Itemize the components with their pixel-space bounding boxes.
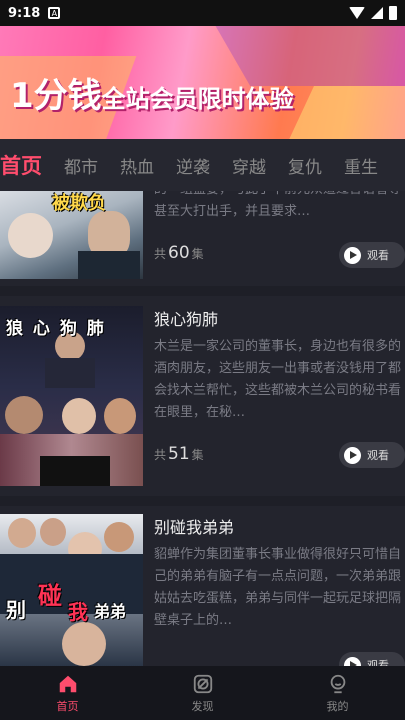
thumb-figure [104,522,134,552]
banner-decoration [286,86,405,139]
nav-profile[interactable]: 我的 [270,666,405,720]
episode-count: 共 51 集 [154,444,204,464]
banner-title: 1分钱全站会员限时体验 [10,68,294,117]
episode-count: 共 60 集 [154,243,204,263]
play-icon [344,446,361,464]
bottom-navigation: 首页 发现 我的 [0,666,405,720]
nav-home[interactable]: 首页 [0,666,135,720]
nav-profile-label: 我的 [326,699,349,713]
status-time: 9:18 [8,5,41,21]
thumb-figure [8,518,36,548]
thumb-figure [5,396,43,434]
watch-button[interactable]: 观看 [339,442,405,468]
watch-button[interactable]: 观看 [339,652,405,666]
discover-icon [193,674,212,693]
drama-thumbnail[interactable]: 狼 心 狗 肺 [0,306,143,486]
watch-button[interactable]: 观看 [339,242,405,268]
tab-hot-blood[interactable]: 热血 [120,153,154,178]
thumb-title-text: 弟弟 [94,602,127,621]
tab-revenge[interactable]: 复仇 [288,153,322,178]
status-bar: 9:18 A [0,0,405,26]
thumb-figure [62,622,106,666]
drama-description: 貂蝉作为集团董事长事业做得很好只可惜自己的弟弟有脑子有一点点问题，一次弟弟跟姑姑… [154,547,402,628]
play-icon [344,656,361,666]
battery-icon [389,6,397,20]
thumb-title-text: 被欺负 [52,193,106,214]
tab-rebirth[interactable]: 重生 [344,153,378,178]
tab-time-travel[interactable]: 穿越 [232,153,266,178]
thumb-figure [78,251,140,279]
play-icon [344,246,361,264]
thumb-title-text: 我 [68,600,88,624]
nav-discover[interactable]: 发现 [135,666,270,720]
thumb-figure [40,518,66,546]
banner-title-price: 1分钱 [10,76,102,116]
home-icon [59,675,76,692]
nav-home-label: 首页 [56,699,79,713]
banner-title-text: 全站会员限时体验 [101,85,294,113]
tab-comeback[interactable]: 逆袭 [176,153,210,178]
signal-icon [371,7,383,19]
thumb-podium [40,456,110,486]
drama-card[interactable]: 狼 心 狗 肺 狼心狗肺 木兰是一家公司的董事长，身边也有很多的酒肉朋友，这些朋… [0,296,405,496]
thumb-figure [8,213,53,258]
profile-icon [330,674,345,693]
drama-list[interactable]: 被欺负 的一组盛宴，与此手中前元众遭过言语看辱甚至大打出手，并且要求… 共60集… [0,191,405,666]
category-tabs: 首页 都市 热血 逆袭 穿越 复仇 重生 [0,139,405,191]
thumb-title-text: 碰 [38,582,62,610]
drama-title[interactable]: 别碰我弟弟 [154,514,234,538]
drama-card[interactable]: 被欺负 的一组盛宴，与此手中前元众遭过言语看辱甚至大打出手，并且要求… 共60集… [0,191,405,286]
tab-city[interactable]: 都市 [64,153,98,178]
tab-home[interactable]: 首页 [0,150,42,180]
drama-title[interactable]: 狼心狗肺 [154,306,218,330]
wifi-icon [349,7,365,19]
thumb-figure [62,398,96,434]
drama-description: 的一组盛宴，与此手中前元众遭过言语看辱甚至大打出手，并且要求… [154,191,401,219]
thumb-figure [45,358,95,388]
drama-card[interactable]: 别 碰 我 弟弟 别碰我弟弟 貂蝉作为集团董事长事业做得很好只可惜自己的弟弟有脑… [0,506,405,666]
thumb-title-text: 狼 心 狗 肺 [6,319,106,339]
nav-discover-label: 发现 [191,699,214,713]
thumb-figure [104,398,136,434]
drama-thumbnail[interactable]: 被欺负 [0,191,143,279]
status-icons [349,6,397,20]
notification-icon: A [48,7,61,19]
drama-description: 木兰是一家公司的董事长，身边也有很多的酒肉朋友，这些朋友一出事或者没钱用了都会找… [154,339,402,420]
drama-thumbnail[interactable]: 别 碰 我 弟弟 [0,514,143,666]
promo-banner[interactable]: 1分钱全站会员限时体验 [0,26,405,139]
thumb-title-text: 别 [6,598,26,622]
